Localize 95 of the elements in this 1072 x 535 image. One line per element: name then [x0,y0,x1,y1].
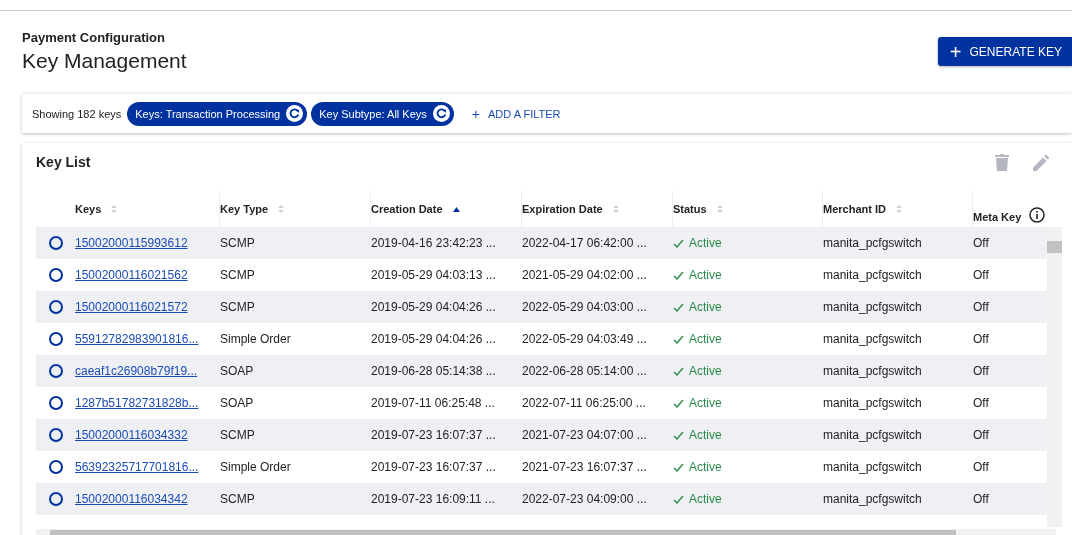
table-cell-text: SCMP [220,268,256,282]
key-link[interactable]: 55912782983901816... [75,332,199,346]
table-cell-text: SOAP [220,364,255,378]
table-cell-text: SOAP [220,396,255,410]
table-cell-text: 2021-07-23 04:07:00 ... [522,428,648,442]
key-link[interactable]: 15002000115993612 [75,236,188,250]
table-cell-text: Off [973,364,990,378]
filter-chip[interactable]: Keys: Transaction Processing [127,101,308,126]
status-text: Active [689,428,722,442]
sort-ascending-icon[interactable] [452,206,460,212]
table-cell-text: 2022-04-17 06:42:00 ... [522,236,648,250]
table-cell-text: Off [973,396,990,410]
key-link[interactable]: caeaf1c26908b79f19... [75,364,198,378]
table-cell-text: manita_pcfgswitch [823,236,923,250]
table-cell-text: manita_pcfgswitch [823,300,923,314]
table-cell-text: SCMP [220,492,256,506]
page-title: Key Management [22,49,187,73]
table-cell-text: manita_pcfgswitch [823,268,923,282]
check-icon [673,366,684,376]
table-cell-text: 2019-04-16 23:42:23 ... [371,236,497,250]
check-icon [673,462,684,472]
add-filter-button[interactable]: + ADD A FILTER [465,104,567,123]
table-cell-text: 2019-06-28 05:14:38 ... [371,364,497,378]
table-cell-text: Off [973,492,990,506]
table-cell-text: Off [973,268,990,282]
table-cell-text: manita_pcfgswitch [823,364,923,378]
key-link[interactable]: 1287b51782731828b... [75,396,199,410]
row-radio[interactable] [48,396,63,410]
table-cell-text: 2019-07-23 16:09:11 ... [371,492,496,506]
table-cell-text: Simple Order [220,460,292,474]
key-link[interactable]: 15002000116034332 [75,428,188,442]
table-cell-text: Off [973,236,990,250]
table-cell-text: 2021-05-29 04:02:00 ... [522,268,648,282]
generate-key-button[interactable]: + GENERATE KEY [937,37,1072,66]
status-text: Active [689,300,722,314]
table-cell-text: 2022-07-11 06:25:00 ... [522,396,647,410]
status-text: Active [689,236,722,250]
table-cell-text: SCMP [220,428,256,442]
table-cell-text: 2019-05-29 04:04:26 ... [371,300,497,314]
card-title: Key List [36,154,91,170]
table-cell-text: Off [973,460,990,474]
key-link[interactable]: 56392325717701816... [75,460,199,474]
table-cell-text: 2019-07-23 16:07:37 ... [371,428,497,442]
table-cell-text: SCMP [220,236,256,250]
check-icon [673,398,684,408]
table-cell-text: Simple Order [220,332,292,346]
reset-icon[interactable] [286,105,304,122]
status-text: Active [689,396,722,410]
row-radio[interactable] [48,236,63,250]
reset-icon[interactable] [432,105,450,122]
check-icon [673,430,684,440]
table-cell-text: manita_pcfgswitch [823,492,923,506]
status-text: Active [689,364,722,378]
table-cell-text: 2022-05-29 04:03:49 ... [522,332,648,346]
table-cell-text: manita_pcfgswitch [823,460,923,474]
table-cell-text: manita_pcfgswitch [823,428,923,442]
table-cell-text: 2022-06-28 05:14:00 ... [522,364,648,378]
table-cell-text: manita_pcfgswitch [823,332,923,346]
column-header[interactable]: Meta Key [973,191,1047,227]
check-icon [673,238,684,248]
status-text: Active [689,268,722,282]
check-icon [673,494,684,504]
table-cell-text: Off [973,332,990,346]
key-link[interactable]: 15002000116021572 [75,300,188,314]
table-cell-text: SCMP [220,300,256,314]
row-radio[interactable] [48,428,63,442]
table-cell-text: Off [973,300,990,314]
filter-chip[interactable]: Key Subtype: All Keys [311,101,454,126]
row-radio[interactable] [48,300,63,314]
status-text: Active [689,492,722,506]
row-radio[interactable] [48,332,63,346]
table-cell-text: manita_pcfgswitch [823,396,923,410]
table-cell-text: 2019-07-11 06:25:48 ... [371,396,496,410]
check-icon [673,302,684,312]
row-radio[interactable] [48,492,63,506]
key-link[interactable]: 15002000116021562 [75,268,188,282]
table-cell-text: 2019-05-29 04:04:26 ... [371,332,497,346]
key-count: Showing 182 keys [32,107,122,120]
table-cell-text: 2021-07-23 16:07:37 ... [522,460,648,474]
info-icon[interactable] [1029,207,1046,223]
breadcrumb: Payment Configuration [22,30,166,45]
table-cell-text: 2022-05-29 04:03:00 ... [522,300,648,314]
check-icon [673,270,684,280]
status-text: Active [689,460,722,474]
table-cell-text: Off [973,428,990,442]
status-text: Active [689,332,722,346]
key-link[interactable]: 15002000116034342 [75,492,188,506]
check-icon [673,334,684,344]
row-radio[interactable] [48,268,63,282]
table-cell-text: 2019-05-29 04:03:13 ... [371,268,497,282]
row-radio[interactable] [48,460,63,474]
vertical-scrollbar[interactable] [1047,227,1062,527]
row-radio[interactable] [48,364,63,378]
table-cell-text: 2019-07-23 16:07:37 ... [371,460,497,474]
table-cell-text: 2022-07-23 04:09:00 ... [522,492,648,506]
